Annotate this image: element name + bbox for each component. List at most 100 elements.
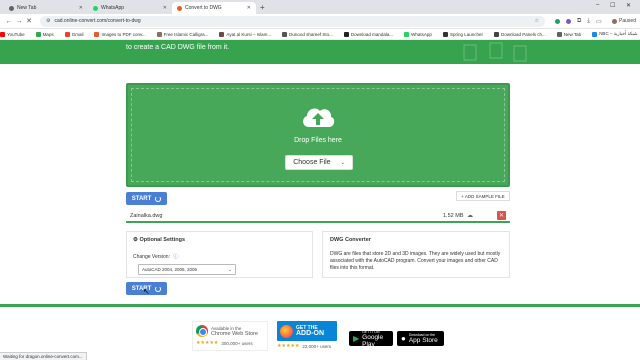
bookmark-label: YouTube: [7, 31, 25, 37]
bookmark-label: Spring Launcher: [449, 31, 483, 37]
ff-addon: ADD-ON: [296, 330, 324, 337]
bookmark-item[interactable]: Ayat al Kursi – Islam...: [219, 31, 272, 37]
site-info-icon[interactable]: ⚙: [46, 18, 50, 24]
dwg-description-panel: DWG Converter DWG are files that store 2…: [322, 231, 510, 278]
bookmark-item[interactable]: WhatsApp: [404, 31, 432, 37]
as-text: Download on the App Store: [409, 333, 438, 344]
ff-rating: ★★★★★ 22,000+ users: [277, 343, 331, 349]
tab-favicon-icon: [177, 5, 182, 11]
tab-close-icon[interactable]: ✕: [247, 5, 251, 11]
bookmark-label: Download mandala...: [350, 31, 394, 37]
back-icon[interactable]: ←: [4, 18, 14, 25]
tab-close-icon[interactable]: ✕: [79, 5, 83, 11]
bookmark-favicon-icon: [592, 31, 598, 37]
extension-green-icon[interactable]: [555, 18, 560, 24]
bookmark-item[interactable]: Maps: [35, 31, 54, 37]
url-input[interactable]: ⚙ cad.online-convert.com/convert-to-dwg …: [40, 15, 545, 27]
browser-tab[interactable]: WhatsApp ✕: [88, 2, 172, 14]
bookmark-item[interactable]: New Tab: [556, 31, 581, 37]
cws-name: Chrome Web Store: [211, 330, 258, 337]
bookmark-label: Ayat al Kursi – Islam...: [226, 31, 272, 37]
cloud-settings-icon[interactable]: ☁: [467, 212, 473, 219]
file-size: 1.52 MB: [443, 212, 464, 219]
firefox-addon-badge[interactable]: GET THE ADD-ON ★★★★★ 22,000+ users: [277, 321, 341, 351]
hero-banner: to create a CAD DWG file from it.: [0, 40, 640, 64]
cws-rating: ★★★★★ 300,000+ users: [196, 340, 253, 346]
add-sample-file-button[interactable]: + ADD SAMPLE FILE: [456, 191, 510, 201]
chrome-web-store-badge[interactable]: Available in the Chrome Web Store ★★★★★ …: [192, 321, 268, 351]
bookmark-label: Maps: [42, 31, 54, 37]
choose-file-button[interactable]: Choose File ⌄: [285, 155, 353, 170]
browser-tab[interactable]: Convert to DWG ✕: [172, 2, 256, 14]
bookmark-favicon-icon: [64, 31, 70, 37]
tab-title: WhatsApp: [101, 5, 125, 11]
gp-big: Google Play: [362, 333, 384, 348]
new-tab-button[interactable]: +: [260, 3, 265, 12]
start-button-top[interactable]: START: [126, 192, 167, 205]
optional-settings-heading: ⚙ Optional Settings: [133, 237, 312, 243]
tab-title: Convert to DWG: [185, 5, 222, 11]
bookmark-item[interactable]: Gmail: [64, 31, 83, 37]
rating-stars: ★★★★★: [277, 343, 300, 349]
chevron-down-icon: ⌄: [340, 159, 345, 166]
bookmark-label: Download Panels ch...: [500, 31, 546, 37]
close-window-button[interactable]: ✕: [626, 2, 631, 9]
apple-icon: ●: [401, 334, 406, 343]
rating-stars: ★★★★★: [196, 340, 219, 346]
footer-divider: [0, 304, 640, 307]
bookmark-item[interactable]: NBC – شبكة أخبارية: [592, 31, 638, 37]
cws-users: 300,000+ users: [221, 340, 253, 346]
bookmarks-bar: YouTube Maps Gmail Images to PDF conv... Fre…: [0, 29, 640, 40]
reload-icon[interactable]: ✕: [24, 17, 34, 25]
bookmark-favicon-icon: [219, 31, 225, 37]
google-play-badge[interactable]: ▶ GET IT ON Google Play: [349, 330, 393, 348]
bookmark-label: Dunood shareef Sto...: [289, 31, 333, 37]
choose-file-label: Choose File: [293, 159, 331, 166]
bookmark-favicon-icon: [35, 31, 41, 37]
tab-favicon-icon: [9, 5, 14, 11]
bookmark-item[interactable]: Spring Launcher: [442, 31, 483, 37]
version-select[interactable]: AutoCAD 2004, 2005, 2006 ⌄: [138, 264, 236, 275]
description-body: DWG are files that store 2D and 3D image…: [330, 251, 501, 271]
hero-text: to create a CAD DWG file from it.: [126, 44, 230, 51]
bookmark-item[interactable]: YouTube: [0, 31, 25, 37]
extension-purple-icon[interactable]: [566, 18, 571, 24]
bookmark-favicon-icon: [556, 31, 562, 37]
delete-file-button[interactable]: ✕: [497, 211, 506, 220]
bookmark-label: Images to PDF conv...: [101, 31, 146, 37]
extensions-puzzle-icon[interactable]: ⧉: [577, 18, 581, 25]
app-store-badge[interactable]: ● Download on the App Store: [397, 331, 444, 346]
description-heading: DWG Converter: [330, 237, 371, 243]
profile-button[interactable]: Paused: [612, 18, 636, 24]
browser-tab[interactable]: New Tab ✕: [4, 2, 88, 14]
bookmark-favicon-icon: [442, 31, 448, 37]
status-bar: Waiting for dragon.online-convert.com...: [0, 352, 87, 360]
url-text: cad.online-convert.com/convert-to-dwg: [54, 18, 141, 24]
download-icon[interactable]: ⤓: [587, 18, 590, 25]
info-icon[interactable]: ⓘ: [173, 254, 178, 260]
file-drop-zone[interactable]: Drop Files here Choose File ⌄: [126, 83, 510, 187]
minimize-button[interactable]: –: [596, 2, 599, 8]
cws-text: Available in the Chrome Web Store: [211, 326, 258, 337]
cloud-upload-icon: [303, 108, 335, 127]
bookmark-item[interactable]: Free Islamic Calligra...: [156, 31, 208, 37]
drop-files-label: Drop Files here: [294, 137, 342, 144]
mouse-cursor-icon: ↖: [143, 287, 150, 296]
forward-icon[interactable]: →: [14, 18, 24, 25]
bookmark-favicon-icon: [404, 31, 410, 37]
bookmark-item[interactable]: Download Panels ch...: [493, 31, 546, 37]
maximize-button[interactable]: ☐: [610, 2, 615, 9]
side-panel-icon[interactable]: ▭: [596, 18, 602, 25]
tab-close-icon[interactable]: ✕: [163, 5, 167, 11]
as-big: App Store: [408, 337, 438, 344]
bookmark-favicon-icon: [156, 31, 162, 37]
bookmark-item[interactable]: Images to PDF conv...: [94, 31, 146, 37]
change-version-label: Change Version:: [133, 254, 170, 260]
loading-spinner-icon: [155, 285, 162, 292]
bookmark-item[interactable]: Download mandala...: [343, 31, 394, 37]
bookmark-star-icon[interactable]: ☆: [535, 18, 539, 24]
bookmark-item[interactable]: Dunood shareef Sto...: [282, 31, 333, 37]
firefox-addon-button: GET THE ADD-ON: [277, 321, 337, 341]
profile-label: Paused: [619, 18, 636, 24]
bookmark-label: NBC – شبكة أخبارية: [599, 31, 638, 36]
